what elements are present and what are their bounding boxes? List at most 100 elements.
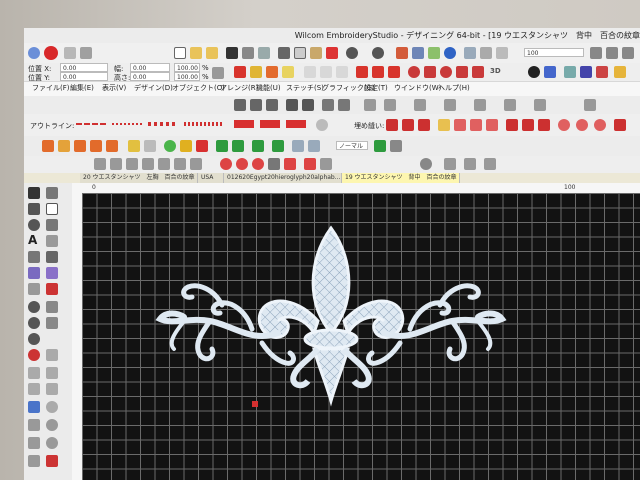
monogram-icon[interactable] <box>252 140 264 152</box>
overview-icon[interactable] <box>580 66 592 78</box>
hoop-icon[interactable] <box>444 47 456 59</box>
outline-stem-icon[interactable] <box>286 120 306 128</box>
raised-icon[interactable] <box>472 66 484 78</box>
position-y-field[interactable]: 0.00 <box>60 72 108 81</box>
measure-icon[interactable] <box>534 99 546 111</box>
node-icon[interactable] <box>142 158 154 170</box>
zoom-fit-2-icon[interactable] <box>606 47 618 59</box>
target-icon[interactable] <box>220 158 232 170</box>
tab-back[interactable]: 19 ウエスタンシャツ 背中 百合の紋章 <box>342 173 460 183</box>
thread-chart-icon[interactable] <box>564 66 576 78</box>
redo-icon[interactable] <box>372 47 384 59</box>
home-icon[interactable] <box>28 47 40 59</box>
tab-usa[interactable]: USA <box>198 173 224 183</box>
menu-design[interactable]: デザイン(D) <box>134 83 173 93</box>
cross-icon[interactable] <box>372 66 384 78</box>
lettering-2-icon[interactable] <box>28 251 40 263</box>
rotate-left-icon[interactable] <box>322 99 334 111</box>
gray-tool-3-icon[interactable] <box>46 367 58 379</box>
menu-help[interactable]: ヘルプ(H) <box>438 83 470 93</box>
shape-heart-icon[interactable] <box>196 140 208 152</box>
red-tool-icon[interactable] <box>46 283 58 295</box>
scale-height-field[interactable]: 100.00 <box>174 72 200 81</box>
position-x-field[interactable]: 0.00 <box>60 63 108 72</box>
fill-cross-icon[interactable] <box>506 119 518 131</box>
pencil-icon[interactable] <box>128 140 140 152</box>
fill-sun-icon[interactable] <box>576 119 588 131</box>
fill-pattern-2-icon[interactable] <box>522 119 534 131</box>
color-palette-icon[interactable] <box>544 66 556 78</box>
target-2-icon[interactable] <box>236 158 248 170</box>
digitize-tool-5-icon[interactable] <box>106 140 118 152</box>
zoom-fit-icon[interactable] <box>590 47 602 59</box>
fill-pattern-icon[interactable] <box>282 66 294 78</box>
menu-settings[interactable]: 設定(T) <box>364 83 388 93</box>
gray-tool-11-icon[interactable] <box>28 455 40 467</box>
height-field[interactable]: 0.00 <box>130 72 170 81</box>
nodes-3-icon[interactable] <box>464 158 476 170</box>
menu-arrange[interactable]: アレンジ(R) <box>220 83 258 93</box>
fill-contour-icon[interactable] <box>454 119 466 131</box>
group-icon[interactable] <box>364 99 376 111</box>
open-icon[interactable] <box>190 47 202 59</box>
fill-star-icon[interactable] <box>538 119 550 131</box>
outline-run-icon[interactable] <box>76 123 106 128</box>
purple-tool-icon[interactable] <box>46 267 58 279</box>
chain-icon[interactable] <box>388 66 400 78</box>
select-node-icon[interactable] <box>46 187 58 199</box>
digitize-tool-1-icon[interactable] <box>42 140 54 152</box>
cut-2-icon[interactable] <box>268 158 280 170</box>
three-d-label[interactable]: 3D <box>490 67 501 75</box>
travel-2-icon[interactable] <box>304 158 316 170</box>
motif-icon[interactable] <box>356 66 368 78</box>
nodes-4-icon[interactable] <box>484 158 496 170</box>
knife-icon[interactable] <box>110 158 122 170</box>
stitch-mode-select[interactable]: ノーマル <box>336 141 368 150</box>
digitize-tool-2-icon[interactable] <box>58 140 70 152</box>
textured-icon[interactable] <box>456 66 468 78</box>
menu-function[interactable]: 機能(U) <box>256 83 281 93</box>
break-icon[interactable] <box>320 158 332 170</box>
fill-tatami-icon[interactable] <box>386 119 398 131</box>
zoom-field[interactable]: 100 <box>524 48 584 57</box>
dot-3-icon[interactable] <box>28 317 40 329</box>
gray-tool-8-icon[interactable] <box>46 419 58 431</box>
select-arrow-icon[interactable] <box>28 187 40 199</box>
folder-icon[interactable] <box>206 47 218 59</box>
nodes-2-icon[interactable] <box>444 158 456 170</box>
align-center-icon[interactable] <box>250 99 262 111</box>
rotate-3-icon[interactable] <box>420 158 432 170</box>
menu-view[interactable]: 表示(V) <box>102 83 126 93</box>
shirt-icon[interactable] <box>216 140 228 152</box>
align-left-icon[interactable] <box>234 99 246 111</box>
fill-radial-icon[interactable] <box>486 119 498 131</box>
needle-icon[interactable] <box>144 140 156 152</box>
curve-icon[interactable] <box>316 119 328 131</box>
fill-holes-icon[interactable] <box>284 158 296 170</box>
options-icon[interactable] <box>584 99 596 111</box>
shape-star-icon[interactable] <box>180 140 192 152</box>
color-icon[interactable] <box>46 251 58 263</box>
view-icon[interactable] <box>622 47 634 59</box>
info-icon[interactable] <box>528 66 540 78</box>
gray-tool-6-icon[interactable] <box>46 401 58 413</box>
new-icon[interactable] <box>174 47 186 59</box>
monogram-2-icon[interactable] <box>46 235 58 247</box>
gray-tool-5-icon[interactable] <box>46 383 58 395</box>
triple-icon[interactable] <box>336 66 348 78</box>
design-canvas[interactable] <box>82 193 640 480</box>
fill-motif-icon[interactable] <box>470 119 482 131</box>
spacing-icon[interactable] <box>474 99 486 111</box>
outline-satin-icon[interactable] <box>184 122 224 126</box>
w-logo-icon[interactable] <box>44 46 58 60</box>
applique-icon[interactable] <box>408 66 420 78</box>
outline-triple-icon[interactable] <box>112 123 142 128</box>
outline-zigzag-icon[interactable] <box>148 122 178 126</box>
fill-prog-icon[interactable] <box>418 119 430 131</box>
menu-file[interactable]: ファイル(F) <box>32 83 70 93</box>
grid-icon[interactable] <box>464 47 476 59</box>
weld-icon[interactable] <box>174 158 186 170</box>
distribute-icon[interactable] <box>444 99 456 111</box>
red-circle-icon[interactable] <box>28 349 40 361</box>
colorway-icon[interactable] <box>596 66 608 78</box>
